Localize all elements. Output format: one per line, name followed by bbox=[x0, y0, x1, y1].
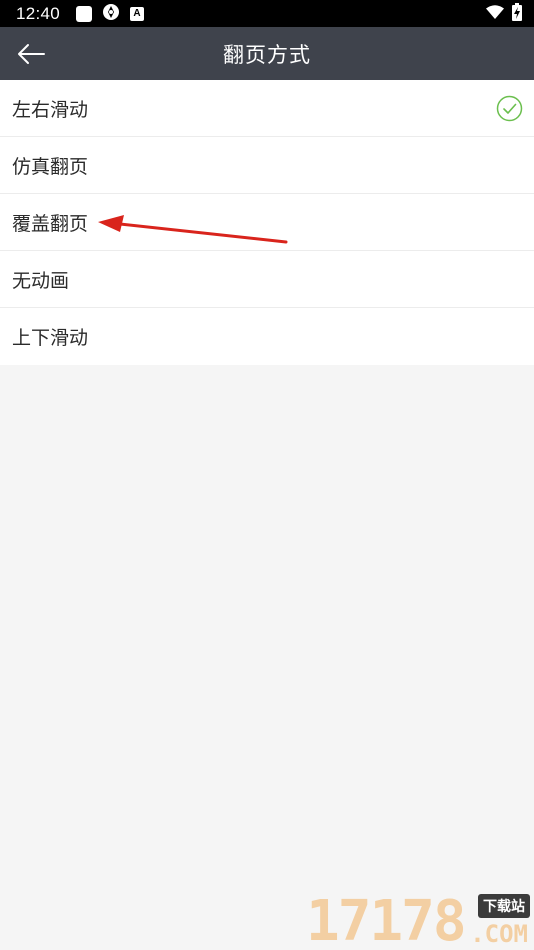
notification-square-icon bbox=[76, 5, 93, 22]
option-label: 无动画 bbox=[12, 269, 70, 292]
wifi-icon bbox=[486, 4, 504, 23]
page-title: 翻页方式 bbox=[223, 42, 311, 67]
battery-charging-icon bbox=[512, 2, 522, 25]
watermark-badge: 下载站 bbox=[478, 894, 530, 918]
option-label: 上下滑动 bbox=[12, 327, 89, 349]
accessibility-a-icon: A bbox=[130, 6, 145, 21]
selected-check-icon bbox=[496, 95, 523, 122]
app-bar: 翻页方式 bbox=[0, 27, 534, 80]
back-button[interactable] bbox=[14, 39, 48, 69]
status-left-icons: A bbox=[76, 3, 145, 25]
watermark-suffix: .COM bbox=[470, 920, 528, 948]
option-cover-page-turn[interactable]: 覆盖翻页 bbox=[0, 194, 534, 251]
option-simulated-page-turn[interactable]: 仿真翻页 bbox=[0, 137, 534, 194]
status-right-icons bbox=[486, 2, 522, 25]
app-notification-icon bbox=[102, 3, 120, 25]
back-arrow-icon bbox=[18, 44, 45, 64]
page-turn-mode-list: 左右滑动 仿真翻页 覆盖翻页 无动画 上下滑动 bbox=[0, 80, 534, 365]
option-label: 仿真翻页 bbox=[12, 155, 89, 178]
status-time: 12:40 bbox=[16, 3, 61, 23]
option-slide-vertical[interactable]: 上下滑动 bbox=[0, 308, 534, 365]
status-bar: 12:40 A bbox=[0, 0, 534, 27]
option-label: 左右滑动 bbox=[12, 98, 89, 121]
watermark-logo: 17178 下载站 .COM bbox=[306, 892, 534, 950]
option-label: 覆盖翻页 bbox=[12, 212, 89, 235]
option-no-animation[interactable]: 无动画 bbox=[0, 251, 534, 308]
watermark-digits: 17178 bbox=[306, 889, 467, 950]
option-slide-horizontal[interactable]: 左右滑动 bbox=[0, 80, 534, 137]
